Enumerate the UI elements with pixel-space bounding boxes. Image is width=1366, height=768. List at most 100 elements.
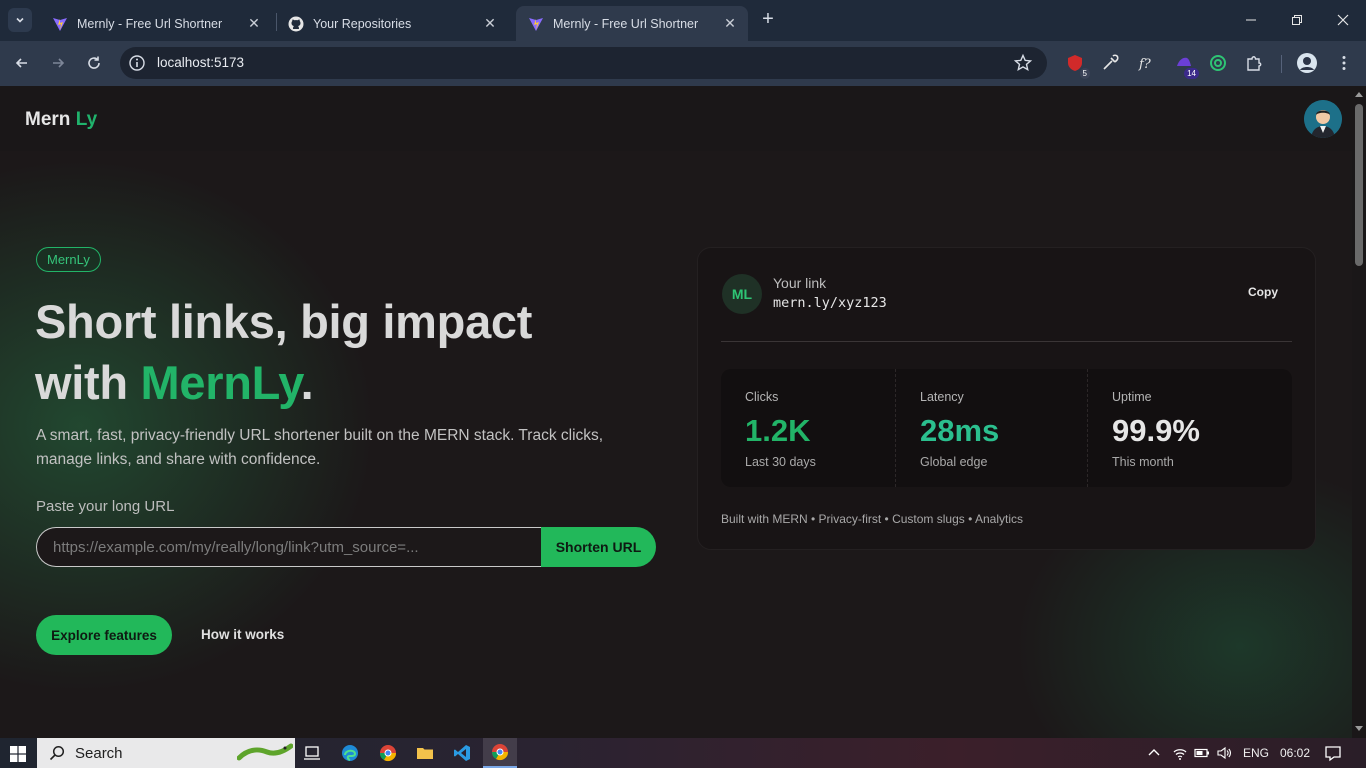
headline-suffix: . [300, 356, 314, 409]
short-link-value: mern.ly/xyz123 [773, 295, 887, 311]
windows-taskbar: Search ENG 06:02 [0, 738, 1366, 768]
profile-button[interactable] [1296, 52, 1318, 74]
chevron-up-icon [1148, 749, 1160, 756]
taskbar-search-box[interactable]: Search [37, 738, 295, 768]
tab-mernly-active[interactable]: Mernly - Free Url Shortner ✕ [516, 6, 748, 41]
chrome-taskbar-button[interactable] [377, 742, 399, 764]
chrome-icon [491, 744, 509, 761]
restore-button[interactable] [1274, 0, 1320, 40]
close-icon[interactable]: ✕ [246, 15, 262, 32]
ml-avatar-badge: ML [722, 274, 762, 314]
more-vertical-icon [1342, 56, 1346, 70]
speaker-icon [1217, 746, 1231, 760]
stat-label: Latency [920, 390, 964, 404]
network-button[interactable] [1169, 742, 1191, 764]
extension-2-button[interactable]: 14 [1173, 52, 1199, 79]
shorten-url-button[interactable]: Shorten URL [541, 527, 656, 567]
stat-subtext: This month [1112, 455, 1174, 469]
url-text: localhost:5173 [157, 55, 245, 70]
close-icon[interactable]: ✕ [482, 15, 498, 32]
search-icon [49, 745, 65, 761]
show-hidden-icons-button[interactable] [1143, 742, 1165, 764]
reload-button[interactable] [82, 51, 106, 75]
hero-headline: Short links, big impact with MernLy. [35, 291, 675, 413]
tab-github-repositories[interactable]: Your Repositories ✕ [276, 6, 508, 41]
task-view-button[interactable] [301, 742, 323, 764]
stat-label: Uptime [1112, 390, 1152, 404]
address-bar[interactable]: localhost:5173 [120, 47, 1047, 79]
browser-menu-button[interactable] [1333, 52, 1355, 74]
extension-1-button[interactable]: 5 [1064, 52, 1090, 79]
url-input-label: Paste your long URL [36, 498, 175, 515]
ring-icon [1210, 55, 1226, 71]
minimize-icon [1246, 19, 1256, 21]
font-extension-button[interactable]: f? [1135, 52, 1157, 74]
tab-search-button[interactable] [8, 8, 32, 32]
vite-logo-icon [53, 17, 67, 31]
bookmark-star-icon[interactable] [1013, 53, 1033, 73]
notification-center-button[interactable] [1322, 742, 1344, 764]
how-it-works-link[interactable]: How it works [201, 627, 284, 642]
stat-value: 1.2K [745, 413, 811, 448]
toolbar-divider [1281, 55, 1282, 73]
lizard-illustration-icon [237, 743, 293, 761]
user-avatar[interactable] [1304, 100, 1342, 138]
reload-icon [88, 56, 100, 69]
stat-subtext: Global edge [920, 455, 988, 469]
chrome-active-taskbar-button[interactable] [483, 738, 517, 768]
vscode-taskbar-button[interactable] [451, 742, 473, 764]
windows-start-icon[interactable] [10, 746, 26, 762]
brand-logo[interactable]: Mern Ly [25, 109, 97, 131]
explore-features-button[interactable]: Explore features [36, 615, 172, 655]
copy-button[interactable]: Copy [1248, 285, 1278, 299]
vscode-icon [454, 745, 470, 761]
stat-value: 28ms [920, 413, 1000, 448]
clock-time[interactable]: 06:02 [1280, 746, 1310, 760]
card-footer-text: Built with MERN • Privacy-first • Custom… [721, 512, 1024, 526]
scroll-down-arrow-icon[interactable] [1355, 726, 1363, 731]
link-preview-card: ML Your link mern.ly/xyz123 Copy Clicks … [697, 247, 1316, 550]
stat-label: Clicks [745, 390, 779, 404]
close-window-button[interactable] [1320, 0, 1366, 40]
stat-subtext: Last 30 days [745, 455, 816, 469]
eyedropper-icon [1103, 54, 1119, 70]
minimize-button[interactable] [1228, 0, 1274, 40]
tab-mernly-1[interactable]: Mernly - Free Url Shortner ✕ [40, 6, 272, 41]
notification-icon [1325, 746, 1341, 762]
brand-pill-badge: MernLy [36, 247, 101, 272]
stats-panel: Clicks 1.2K Last 30 days Latency 28ms Gl… [721, 369, 1292, 487]
long-url-input[interactable] [36, 527, 542, 567]
extension-badge: 5 [1079, 68, 1090, 79]
tab-title: Your Repositories [313, 16, 412, 31]
extensions-menu-button[interactable] [1243, 52, 1265, 74]
language-indicator[interactable]: ENG [1243, 746, 1269, 760]
headline-accent: MernLy [140, 356, 301, 409]
file-explorer-button[interactable] [414, 742, 436, 764]
headline-line-1: Short links, big impact [35, 295, 533, 348]
eyedropper-extension-button[interactable] [1099, 52, 1121, 74]
folder-icon [417, 748, 433, 759]
close-icon[interactable]: ✕ [722, 15, 738, 32]
chrome-icon [379, 745, 397, 762]
edge-icon [342, 745, 358, 761]
site-info-icon[interactable] [128, 54, 146, 72]
page-scrollbar[interactable] [1352, 86, 1366, 738]
stat-clicks: Clicks 1.2K Last 30 days [721, 369, 895, 487]
stat-latency: Latency 28ms Global edge [895, 369, 1087, 487]
svg-text:f?: f? [1138, 57, 1152, 72]
back-button[interactable] [10, 51, 34, 75]
edge-taskbar-button[interactable] [339, 742, 361, 764]
scroll-thumb[interactable] [1355, 104, 1363, 266]
tab-title: Mernly - Free Url Shortner [553, 16, 699, 31]
battery-button[interactable] [1191, 742, 1213, 764]
scroll-up-arrow-icon[interactable] [1355, 92, 1363, 97]
tab-title: Mernly - Free Url Shortner [77, 16, 223, 31]
new-tab-button[interactable]: + [758, 9, 778, 30]
headline-prefix: with [35, 356, 141, 409]
stat-value: 99.9% [1112, 413, 1200, 448]
forward-button[interactable] [46, 51, 70, 75]
volume-button[interactable] [1213, 742, 1235, 764]
extension-ring-button[interactable] [1207, 52, 1229, 74]
close-icon [1337, 14, 1349, 26]
search-placeholder: Search [75, 744, 123, 762]
